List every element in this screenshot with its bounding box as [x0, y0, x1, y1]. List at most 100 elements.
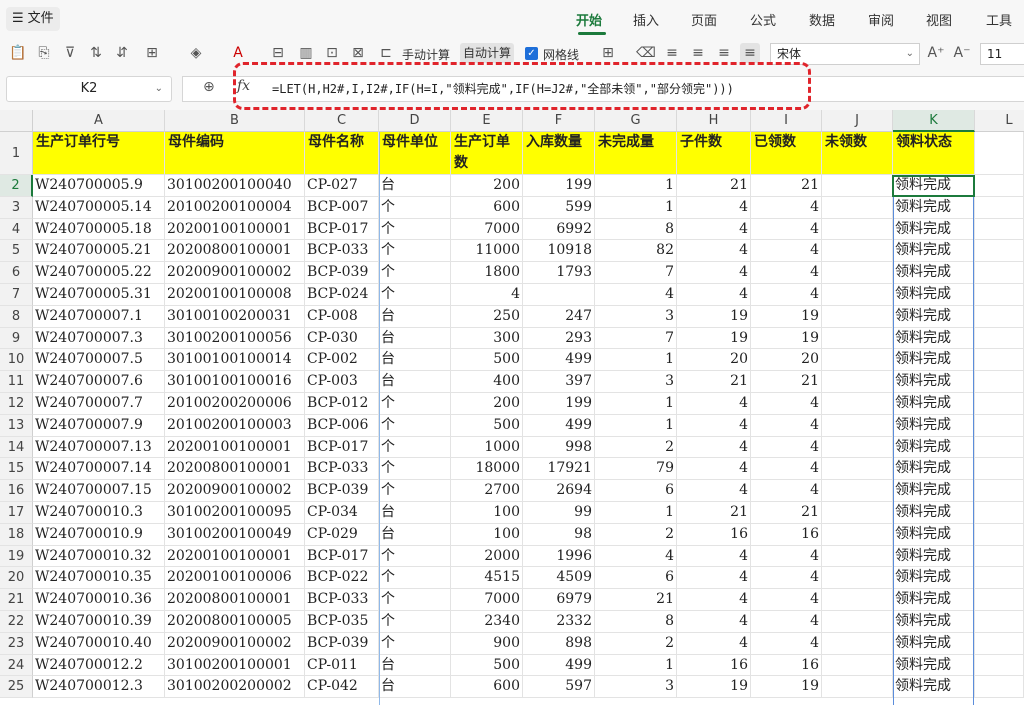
column-icon[interactable]: ▥ [296, 43, 316, 63]
cell-f25[interactable]: 597 [523, 676, 595, 699]
cell-j25[interactable] [822, 676, 893, 699]
row-header-18[interactable]: 18 [0, 523, 33, 546]
cell-f11[interactable]: 397 [523, 371, 595, 393]
cell-e10[interactable]: 500 [451, 349, 523, 372]
cell-l24[interactable] [975, 654, 1024, 677]
cell-b13[interactable]: 20100200100003 [165, 414, 305, 437]
cell-g25[interactable]: 3 [595, 676, 677, 699]
cell-g14[interactable]: 2 [595, 436, 677, 459]
cell-a8[interactable]: W240700007.1 [33, 305, 165, 328]
cell-c13[interactable]: BCP-006 [305, 414, 379, 437]
cell-b17[interactable]: 30100200100095 [165, 502, 305, 524]
cell-d15[interactable]: 个 [379, 458, 451, 481]
cell-b8[interactable]: 30100100200031 [165, 305, 305, 328]
cell-b10[interactable]: 30100100100014 [165, 349, 305, 372]
row-header-20[interactable]: 20 [0, 567, 33, 590]
column-header-c[interactable]: C [305, 110, 379, 132]
cell-i13[interactable]: 4 [751, 414, 822, 437]
cell-i9[interactable]: 19 [751, 327, 822, 350]
cell-i16[interactable]: 4 [751, 480, 822, 502]
cell-e7[interactable]: 4 [451, 284, 523, 306]
cell-k23[interactable]: 领料完成 [893, 632, 975, 655]
cell-e11[interactable]: 400 [451, 371, 523, 393]
cell-d6[interactable]: 个 [379, 262, 451, 284]
cell-a23[interactable]: W240700010.40 [33, 632, 165, 655]
cell-l17[interactable] [975, 502, 1024, 524]
cell-i14[interactable]: 4 [751, 436, 822, 459]
header-cell-h[interactable]: 子件数 [677, 132, 751, 175]
align-left-icon[interactable]: ≡ [662, 43, 682, 63]
cell-c12[interactable]: BCP-012 [305, 393, 379, 415]
cell-g11[interactable]: 3 [595, 371, 677, 393]
cell-b4[interactable]: 20200100100001 [165, 218, 305, 241]
clipboard-icon[interactable]: ⎘ [34, 43, 54, 63]
cell-l13[interactable] [975, 414, 1024, 437]
row-header-10[interactable]: 10 [0, 349, 33, 372]
align-right-icon[interactable]: ≡ [714, 43, 734, 63]
cell-k7[interactable]: 领料完成 [893, 284, 975, 306]
cell-h15[interactable]: 4 [677, 458, 751, 481]
cell-l1[interactable] [975, 132, 1024, 175]
cell-k15[interactable]: 领料完成 [893, 458, 975, 481]
cell-k13[interactable]: 领料完成 [893, 414, 975, 437]
tab-7[interactable]: 工具 [986, 10, 1012, 29]
cell-l8[interactable] [975, 305, 1024, 328]
cell-c22[interactable]: BCP-035 [305, 611, 379, 633]
cell-i8[interactable]: 19 [751, 305, 822, 328]
cell-d11[interactable]: 台 [379, 371, 451, 393]
column-header-h[interactable]: H [677, 110, 751, 132]
cell-g10[interactable]: 1 [595, 349, 677, 372]
cell-f3[interactable]: 599 [523, 196, 595, 219]
column-header-l[interactable]: L [975, 110, 1024, 132]
cell-c9[interactable]: CP-030 [305, 327, 379, 350]
cell-a24[interactable]: W240700012.2 [33, 654, 165, 677]
row-header-6[interactable]: 6 [0, 262, 33, 284]
cell-h8[interactable]: 19 [677, 305, 751, 328]
cell-a11[interactable]: W240700007.6 [33, 371, 165, 393]
cell-f14[interactable]: 998 [523, 436, 595, 459]
cell-a12[interactable]: W240700007.7 [33, 393, 165, 415]
cell-k2[interactable]: 领料完成 [893, 175, 975, 197]
cell-k12[interactable]: 领料完成 [893, 393, 975, 415]
cell-h23[interactable]: 4 [677, 632, 751, 655]
row-header-4[interactable]: 4 [0, 218, 33, 241]
cell-i21[interactable]: 4 [751, 589, 822, 611]
cell-c4[interactable]: BCP-017 [305, 218, 379, 241]
cell-k14[interactable]: 领料完成 [893, 436, 975, 459]
cell-l16[interactable] [975, 480, 1024, 502]
row-header-17[interactable]: 17 [0, 502, 33, 524]
gridlines-checkbox[interactable]: ✓ [525, 47, 538, 60]
cell-d4[interactable]: 个 [379, 218, 451, 241]
cell-k19[interactable]: 领料完成 [893, 545, 975, 568]
cell-b3[interactable]: 20100200100004 [165, 196, 305, 219]
cell-h7[interactable]: 4 [677, 284, 751, 306]
cell-e20[interactable]: 4515 [451, 567, 523, 590]
cell-i18[interactable]: 16 [751, 523, 822, 546]
font-size-select[interactable]: 11 [980, 43, 1024, 65]
row-header-9[interactable]: 9 [0, 327, 33, 350]
cell-i2[interactable]: 21 [751, 175, 822, 197]
fill-color-icon[interactable]: ◈ [186, 43, 206, 63]
cell-b14[interactable]: 20200100100001 [165, 436, 305, 459]
cell-j10[interactable] [822, 349, 893, 372]
cell-j19[interactable] [822, 545, 893, 568]
cell-i4[interactable]: 4 [751, 218, 822, 241]
cell-e14[interactable]: 1000 [451, 436, 523, 459]
tab-6[interactable]: 视图 [926, 10, 952, 29]
increase-font-icon[interactable]: A⁺ [926, 43, 946, 63]
cell-g22[interactable]: 8 [595, 611, 677, 633]
cell-c7[interactable]: BCP-024 [305, 284, 379, 306]
cell-f7[interactable] [523, 284, 595, 306]
cell-f22[interactable]: 2332 [523, 611, 595, 633]
cell-d7[interactable]: 个 [379, 284, 451, 306]
cell-d24[interactable]: 台 [379, 654, 451, 677]
cell-j13[interactable] [822, 414, 893, 437]
cell-h4[interactable]: 4 [677, 218, 751, 241]
cell-c24[interactable]: CP-011 [305, 654, 379, 677]
cell-f24[interactable]: 499 [523, 654, 595, 677]
cell-c5[interactable]: BCP-033 [305, 240, 379, 263]
sort-descending-icon[interactable]: ⇵ [112, 43, 132, 63]
cell-j5[interactable] [822, 240, 893, 263]
cell-h20[interactable]: 4 [677, 567, 751, 590]
cell-e21[interactable]: 7000 [451, 589, 523, 611]
